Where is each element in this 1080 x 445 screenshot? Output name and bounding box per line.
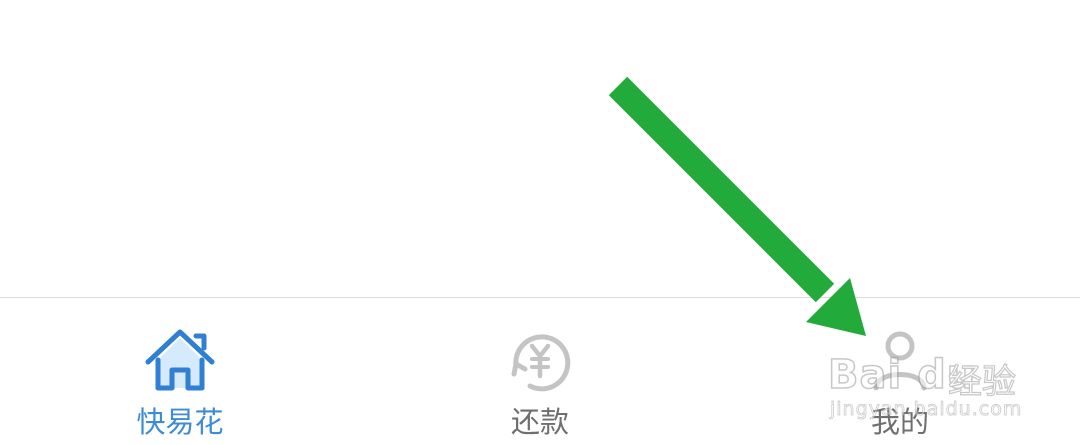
tab-repay-label: 还款 <box>510 405 569 439</box>
content-area <box>0 0 1080 297</box>
app-screen: 快易花 还款 我的 Bai du 经验 jingyan.baidu.com <box>0 0 1080 445</box>
baidu-jingyan-watermark: Bai du 经验 jingyan.baidu.com <box>820 328 1035 423</box>
watermark-brand: 经验 <box>947 361 1016 402</box>
tab-repay[interactable]: 还款 <box>360 298 720 445</box>
tab-home[interactable]: 快易花 <box>0 298 360 445</box>
tab-home-label: 快易花 <box>136 405 224 439</box>
home-icon <box>142 326 218 396</box>
watermark-url: jingyan.baidu.com <box>830 398 1023 421</box>
yuan-repay-icon <box>502 326 578 396</box>
